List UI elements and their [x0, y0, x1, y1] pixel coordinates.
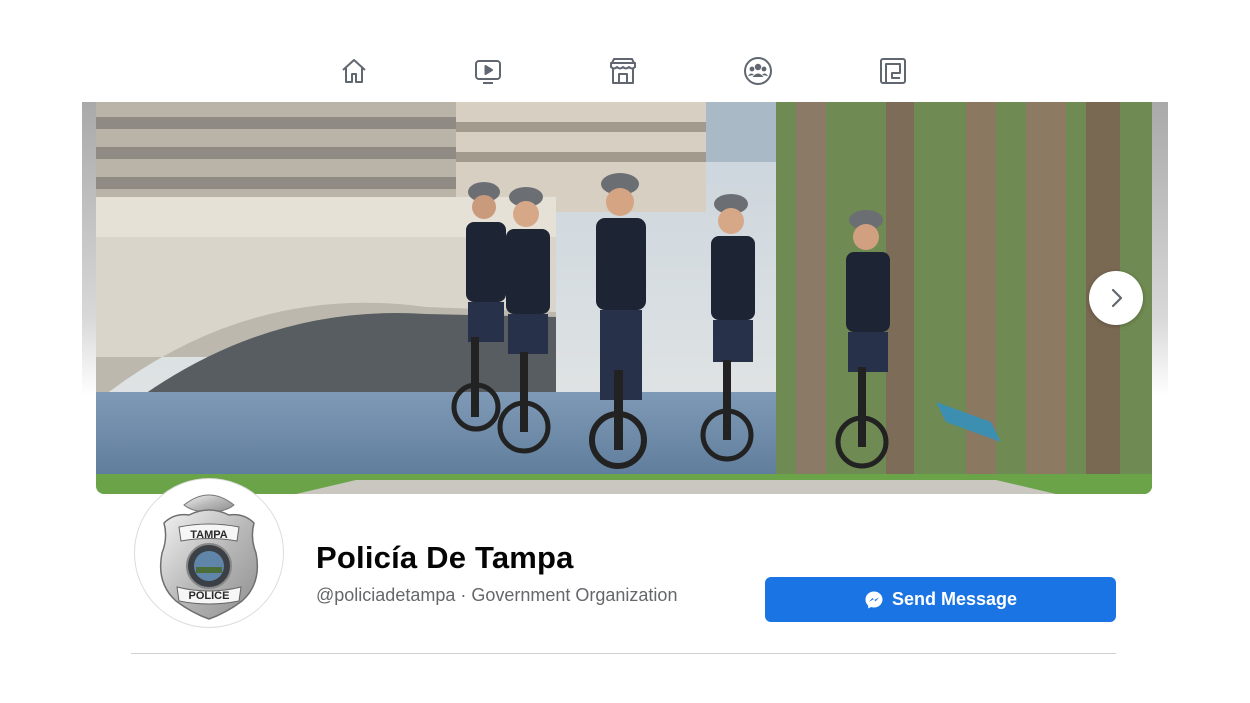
home-icon[interactable] [333, 50, 375, 92]
top-navigation [0, 50, 1250, 92]
marketplace-icon[interactable] [602, 50, 644, 92]
gaming-icon[interactable] [872, 50, 914, 92]
profile-avatar[interactable]: TAMPA POLICE [134, 478, 284, 628]
send-message-button[interactable]: Send Message [765, 577, 1116, 622]
cover-photo[interactable] [96, 102, 1152, 494]
page-title: Policía De Tampa [316, 540, 574, 575]
watch-icon[interactable] [467, 50, 509, 92]
cover-next-button[interactable] [1089, 271, 1143, 325]
svg-text:POLICE: POLICE [189, 590, 230, 602]
police-badge-logo: TAMPA POLICE [159, 494, 259, 620]
send-message-label: Send Message [891, 589, 1018, 609]
groups-icon[interactable] [737, 50, 779, 92]
chevron-right-icon [1111, 288, 1123, 308]
profile-divider [131, 653, 1116, 654]
messenger-icon [864, 590, 884, 610]
svg-text:TAMPA: TAMPA [190, 529, 228, 541]
page-subtitle: @policiadetampa · Government Organizatio… [316, 585, 678, 605]
